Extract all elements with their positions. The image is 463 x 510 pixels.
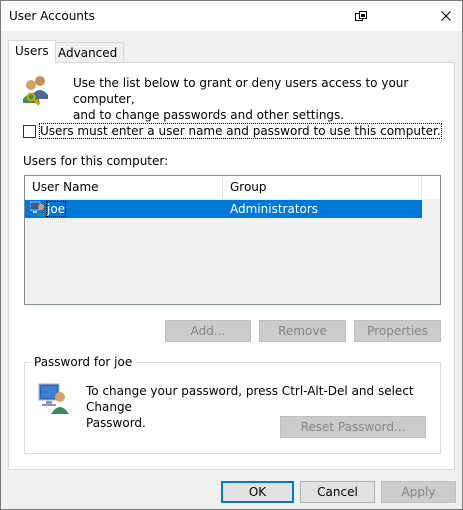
list-header: User Name Group	[25, 176, 440, 199]
table-row[interactable]: joe Administrators	[25, 200, 422, 218]
intro-text-line2: and to change passwords and other settin…	[73, 108, 345, 122]
properties-button[interactable]: Properties	[354, 320, 441, 342]
user-account-icon	[29, 201, 46, 220]
column-group[interactable]: Group	[230, 176, 267, 199]
column-separator[interactable]	[421, 176, 422, 199]
password-text-line1: To change your password, press Ctrl-Alt-…	[86, 384, 414, 414]
group-cell: Administrators	[230, 202, 319, 216]
tab-advanced-label: Advanced	[58, 46, 118, 60]
reset-password-button[interactable]: Reset Password...	[280, 416, 426, 438]
user-accounts-window: User Accounts Users Advanced Use the lis…	[0, 0, 463, 510]
close-icon	[440, 11, 451, 21]
require-password-label[interactable]: Users must enter a user name and passwor…	[39, 123, 442, 139]
users-list-label: Users for this computer:	[23, 154, 169, 168]
password-group-title: Password for joe	[31, 355, 136, 369]
add-user-button[interactable]: Add...	[165, 320, 251, 342]
title-bar[interactable]: User Accounts	[1, 1, 462, 31]
intro-text-line1: Use the list below to grant or deny user…	[73, 76, 409, 106]
intro-text: Use the list below to grant or deny user…	[73, 75, 462, 123]
users-list[interactable]: User Name Group joe Administrators	[24, 175, 441, 305]
require-password-checkbox[interactable]	[23, 125, 36, 138]
tab-users[interactable]: Users	[8, 40, 56, 63]
column-user-name[interactable]: User Name	[32, 176, 99, 199]
tab-users-label: Users	[15, 44, 49, 58]
apply-button[interactable]: Apply	[381, 481, 456, 503]
close-button[interactable]	[429, 1, 462, 31]
help-icon	[355, 10, 367, 21]
column-separator[interactable]	[222, 176, 223, 199]
window-title: User Accounts	[9, 9, 95, 23]
user-name-cell: joe	[45, 201, 67, 217]
ok-button[interactable]: OK	[221, 481, 294, 503]
tab-advanced[interactable]: Advanced	[51, 42, 125, 62]
cancel-button[interactable]: Cancel	[300, 481, 375, 503]
password-user-icon	[38, 382, 70, 419]
remove-user-button[interactable]: Remove	[259, 320, 346, 342]
users-keys-icon	[23, 73, 49, 110]
title-help-button[interactable]	[346, 1, 376, 31]
